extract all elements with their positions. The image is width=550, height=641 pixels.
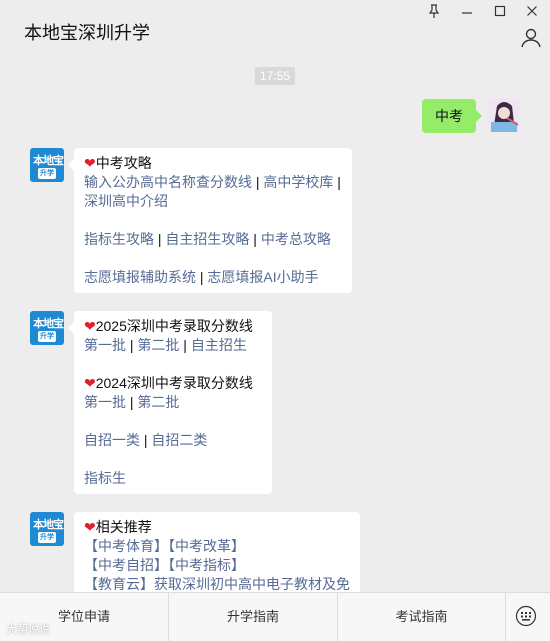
- message-heading: 中考攻略: [95, 155, 152, 171]
- user-avatar[interactable]: [487, 98, 521, 132]
- bot-message-bubble: ❤中考攻略 输入公办高中名称查分数线 | 高中学校库 | 深圳高中介绍 指标生攻…: [68, 148, 352, 293]
- link-edu-cloud[interactable]: 【教育云】获取深圳初中高中电子教材及免: [84, 576, 350, 592]
- tab-admission-guide[interactable]: 升学指南: [169, 593, 337, 641]
- link-school-intro[interactable]: 深圳高中介绍: [84, 193, 168, 209]
- bot-message-bubble: ❤2025深圳中考录取分数线 第一批 | 第二批 | 自主招生 ❤2024深圳中…: [68, 311, 272, 494]
- heart-icon: ❤: [84, 155, 96, 171]
- heart-icon: ❤: [84, 519, 96, 535]
- link-quota-guide[interactable]: 指标生攻略: [84, 231, 154, 247]
- tab-exam-guide[interactable]: 考试指南: [338, 593, 505, 641]
- link-batch-1-2024[interactable]: 第一批: [84, 394, 126, 410]
- link-quota-students[interactable]: 指标生: [84, 470, 126, 486]
- link-score-lookup[interactable]: 输入公办高中名称查分数线: [84, 174, 252, 190]
- bot-message-bubble: ❤相关推荐 【中考体育】【中考改革】 【中考自招】【中考指标】 【教育云】获取深…: [74, 512, 360, 602]
- link-exam-quota[interactable]: 【中考指标】: [168, 557, 245, 573]
- bot-avatar[interactable]: 本地宝 升学: [30, 512, 64, 546]
- link-exam-overall-guide[interactable]: 中考总攻略: [261, 231, 331, 247]
- link-self-enroll-type-2[interactable]: 自招二类: [151, 432, 207, 448]
- person-icon[interactable]: [520, 27, 542, 49]
- link-school-library[interactable]: 高中学校库: [263, 174, 333, 190]
- link-batch-2-2024[interactable]: 第二批: [137, 394, 179, 410]
- chat-title: 本地宝深圳升学: [24, 23, 150, 43]
- maximize-icon[interactable]: [490, 4, 510, 22]
- message-timestamp: 17:55: [255, 67, 295, 85]
- keyboard-icon[interactable]: [515, 605, 537, 627]
- message-heading: 2025深圳中考录取分数线: [95, 318, 253, 334]
- bot-avatar[interactable]: 本地宝 升学: [30, 148, 64, 182]
- link-self-enroll[interactable]: 自主招生: [191, 337, 247, 353]
- message-heading: 2024深圳中考录取分数线: [95, 375, 253, 391]
- link-self-enroll-guide[interactable]: 自主招生攻略: [165, 231, 249, 247]
- link-pe-exam[interactable]: 【中考体育】: [84, 538, 168, 554]
- link-self-enroll-exam[interactable]: 【中考自招】: [84, 557, 168, 573]
- title-bar: 本地宝深圳升学: [0, 0, 550, 62]
- divider: [505, 593, 506, 641]
- link-batch-1[interactable]: 第一批: [84, 337, 126, 353]
- user-message-bubble[interactable]: 中考: [422, 99, 482, 133]
- link-batch-2[interactable]: 第二批: [137, 337, 179, 353]
- watermark: 大帮说说: [6, 624, 50, 636]
- pin-icon[interactable]: [424, 4, 444, 22]
- bot-avatar[interactable]: 本地宝 升学: [30, 311, 64, 345]
- heart-icon: ❤: [84, 318, 96, 334]
- heart-icon: ❤: [84, 375, 96, 391]
- link-ai-assistant[interactable]: 志愿填报AI小助手: [207, 269, 318, 285]
- bottom-menu: 学位申请 升学指南 考试指南: [0, 592, 550, 641]
- link-application-system[interactable]: 志愿填报辅助系统: [84, 269, 196, 285]
- minimize-icon[interactable]: [457, 4, 477, 22]
- link-exam-reform[interactable]: 【中考改革】: [168, 538, 245, 554]
- message-heading: 相关推荐: [95, 519, 152, 535]
- close-icon[interactable]: [522, 4, 542, 22]
- link-self-enroll-type-1[interactable]: 自招一类: [84, 432, 140, 448]
